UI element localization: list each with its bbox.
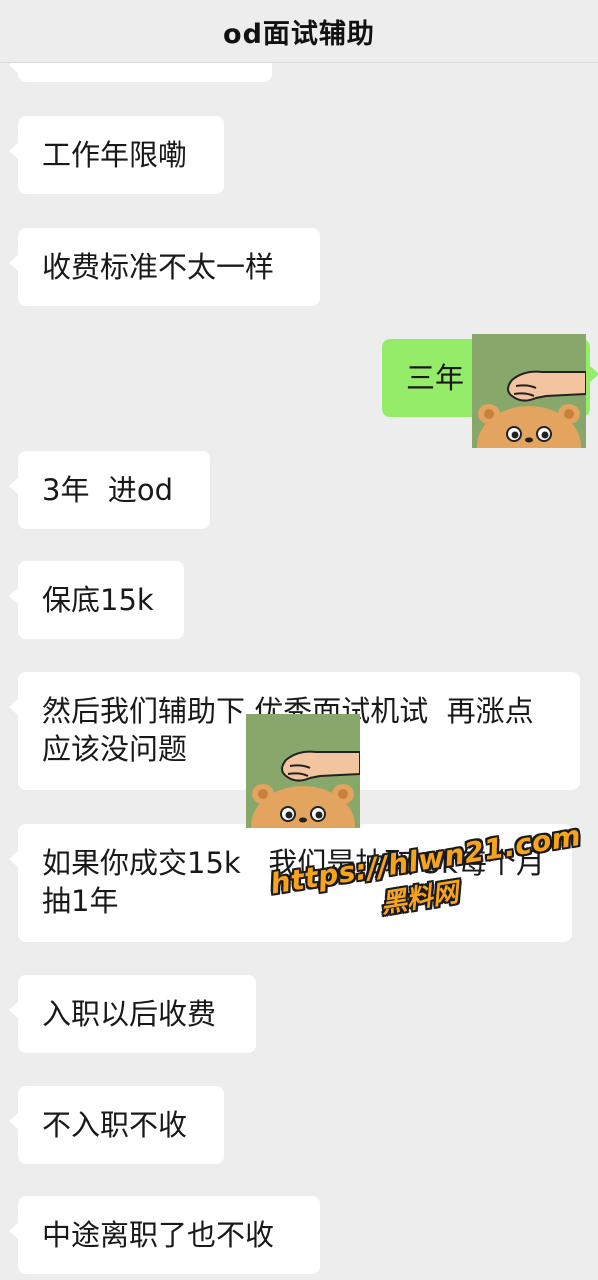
message-bubble[interactable]: 中途离职了也不收	[9, 1196, 320, 1274]
message-text: 收费标准不太一样	[42, 250, 275, 284]
message-text: 中途离职了也不收	[42, 1218, 275, 1252]
chat-title: od面试辅助	[223, 18, 375, 50]
message-text: 不入职不收	[42, 1108, 188, 1142]
bear-head-pat-sticker-icon	[246, 714, 360, 828]
message-bubble[interactable]: 不入职不收	[9, 1086, 224, 1164]
message-bubble[interactable]: 入职以后收费	[9, 975, 256, 1053]
message-text: 三年	[406, 361, 465, 395]
message-bubble[interactable]: 保底15k	[9, 561, 184, 639]
message-text: 3年 进od	[42, 473, 174, 507]
message-text: 入职以后收费	[42, 997, 217, 1031]
chat-header: od面试辅助	[0, 0, 598, 63]
message-bubble[interactable]: 工作年限嘞	[9, 116, 224, 194]
bear-head-pat-sticker-icon	[472, 334, 586, 448]
message-bubble[interactable]: 收费标准不太一样	[9, 228, 320, 306]
message-bubble[interactable]: 3年 进od	[9, 451, 210, 529]
message-text: 工作年限嘞	[42, 138, 188, 172]
message-text: 保底15k	[42, 583, 154, 617]
